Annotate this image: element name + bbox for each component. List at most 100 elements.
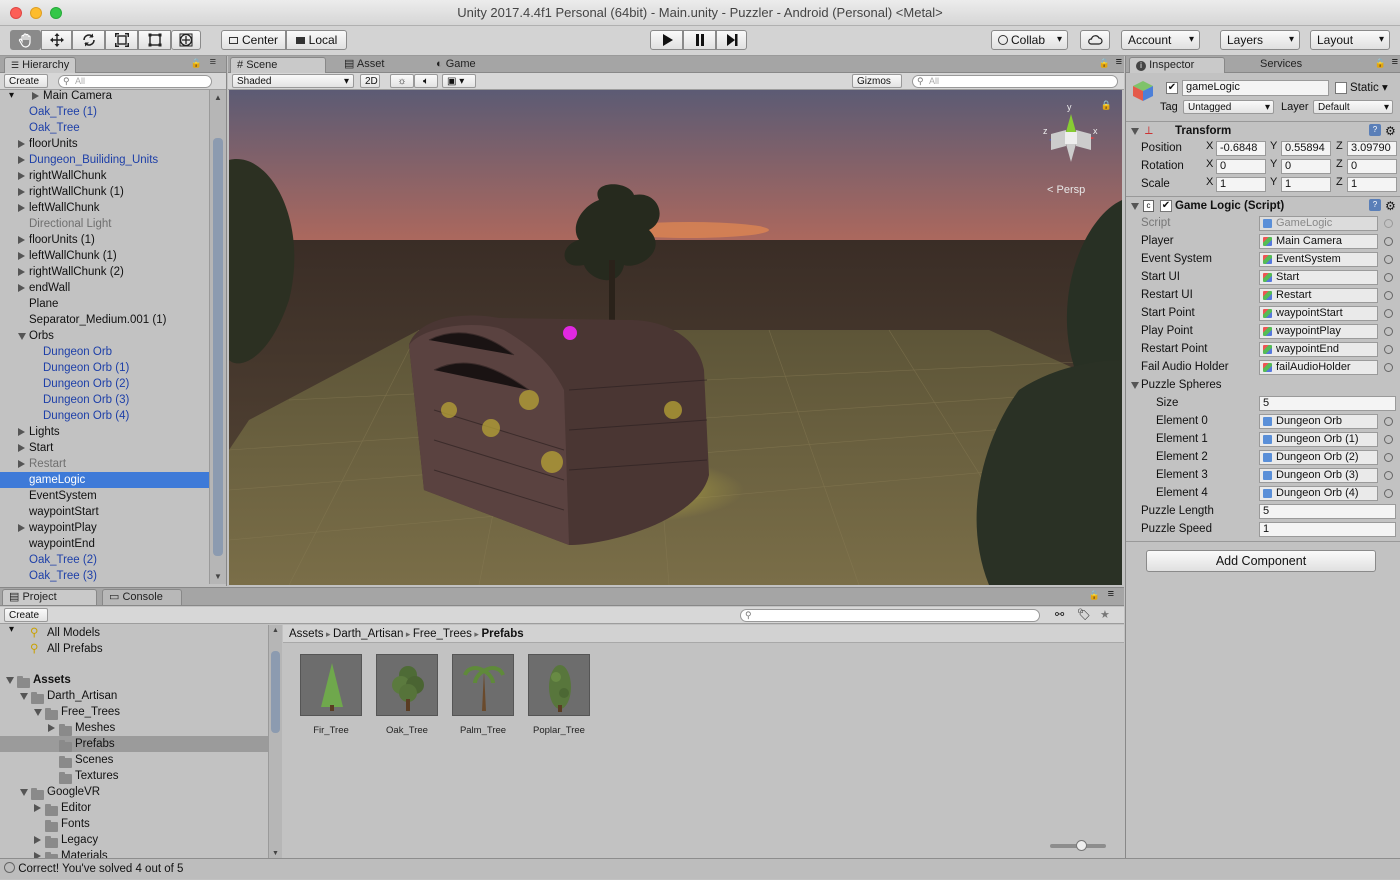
rotation-y-input[interactable]: 0 — [1281, 159, 1331, 174]
tab-project[interactable]: ▤ Project — [2, 589, 97, 605]
breadcrumb-item[interactable]: Prefabs — [481, 628, 523, 640]
object-picker-icon[interactable] — [1384, 453, 1393, 462]
hierarchy-item[interactable]: Restart — [0, 456, 209, 472]
play-button[interactable] — [650, 30, 683, 50]
add-component-button[interactable]: Add Component — [1146, 550, 1376, 572]
script-field-object-field[interactable]: EventSystem — [1259, 252, 1378, 267]
maximize-window-button[interactable] — [50, 7, 62, 19]
tree-scroll-thumb[interactable] — [271, 651, 280, 733]
folder-tree-item[interactable]: Meshes — [0, 720, 268, 736]
position-y-input[interactable]: 0.55894 — [1281, 141, 1331, 156]
tag-dropdown[interactable]: Untagged ▾ — [1183, 100, 1274, 114]
object-name-input[interactable]: gameLogic — [1182, 80, 1329, 96]
hierarchy-item[interactable]: leftWallChunk (1) — [0, 248, 209, 264]
object-picker-icon[interactable] — [1384, 471, 1393, 480]
scroll-down-arrow-icon[interactable]: ▼ — [214, 572, 222, 581]
collapsed-arrow-icon[interactable] — [18, 188, 25, 196]
object-picker-icon[interactable] — [1384, 273, 1393, 282]
project-tree-scrollbar[interactable]: ▲ ▼ — [268, 625, 282, 859]
hierarchy-item[interactable]: Dungeon Orb (1) — [0, 360, 209, 376]
hierarchy-item[interactable]: Dungeon Orb (4) — [0, 408, 209, 424]
puzzle-spheres-foldout-icon[interactable] — [1131, 382, 1139, 389]
folder-tree-item[interactable]: Textures — [0, 768, 268, 784]
hierarchy-item[interactable]: rightWallChunk (1) — [0, 184, 209, 200]
expanded-arrow-icon[interactable] — [6, 677, 14, 684]
object-picker-icon[interactable] — [1384, 345, 1393, 354]
object-picker-icon[interactable] — [1384, 237, 1393, 246]
position-z-input[interactable]: 3.09790 — [1347, 141, 1397, 156]
folder-tree-item[interactable]: Prefabs — [0, 736, 268, 752]
folder-tree-item[interactable]: Editor — [0, 800, 268, 816]
hierarchy-item[interactable]: gameLogic — [0, 472, 209, 488]
object-picker-icon[interactable] — [1384, 489, 1393, 498]
hierarchy-item[interactable]: Dungeon Orb — [0, 344, 209, 360]
viewport-lock-icon[interactable]: 🔒 — [1101, 100, 1112, 111]
script-enabled-checkbox[interactable]: ✔ — [1160, 200, 1172, 212]
script-header[interactable]: c ✔ Game Logic (Script) ? ⚙ — [1127, 197, 1400, 215]
hierarchy-scrollbar[interactable]: ▲ ▼ — [209, 90, 226, 584]
rect-tool-icon[interactable] — [138, 30, 171, 50]
rotation-x-input[interactable]: 0 — [1216, 159, 1266, 174]
transform-tool-icon[interactable] — [171, 30, 201, 50]
filter-by-label-icon[interactable]: 🏷︎ — [1077, 608, 1091, 621]
minimize-window-button[interactable] — [30, 7, 42, 19]
hierarchy-item[interactable]: Oak_Tree — [0, 120, 209, 136]
puzzle-spheres-foldout[interactable]: Puzzle Spheres — [1127, 376, 1400, 394]
expanded-arrow-icon[interactable] — [20, 789, 28, 796]
folder-tree-item[interactable]: Legacy — [0, 832, 268, 848]
breadcrumb-item[interactable]: Assets — [289, 628, 324, 640]
script-field-object-field[interactable]: Start — [1259, 270, 1378, 285]
sphere-element-object-field[interactable]: Dungeon Orb (4) — [1259, 486, 1378, 501]
collapsed-arrow-icon[interactable] — [32, 92, 39, 100]
project-lock-icon[interactable]: 🔒 — [1089, 590, 1100, 601]
hierarchy-item[interactable]: Dungeon_Builiding_Units — [0, 152, 209, 168]
tree-scroll-down-icon[interactable]: ▼ — [272, 850, 279, 857]
cloud-button[interactable] — [1080, 30, 1110, 50]
component-settings-gear-icon[interactable]: ⚙ — [1385, 122, 1396, 140]
transform-foldout-icon[interactable] — [1131, 128, 1139, 135]
static-checkbox[interactable] — [1335, 82, 1347, 94]
hierarchy-item[interactable]: waypointPlay — [0, 520, 209, 536]
tab-hierarchy[interactable]: ☰ Hierarchy — [4, 57, 77, 73]
effects-dropdown[interactable]: ▣ ▾ — [442, 74, 476, 88]
slider-knob[interactable] — [1076, 840, 1087, 851]
hierarchy-item[interactable]: leftWallChunk — [0, 200, 209, 216]
scroll-up-arrow-icon[interactable]: ▲ — [214, 93, 222, 102]
asset-tile[interactable]: Oak_Tree — [376, 654, 438, 736]
hierarchy-item[interactable]: Main Camera — [0, 88, 209, 104]
move-tool-icon[interactable] — [41, 30, 72, 50]
collapsed-arrow-icon[interactable] — [18, 140, 25, 148]
hierarchy-item[interactable]: Dungeon Orb (3) — [0, 392, 209, 408]
account-dropdown[interactable]: Account — [1121, 30, 1200, 50]
object-picker-icon[interactable] — [1384, 309, 1393, 318]
collapsed-arrow-icon[interactable] — [18, 524, 25, 532]
sphere-element-object-field[interactable]: Dungeon Orb (1) — [1259, 432, 1378, 447]
script-field-object-field[interactable]: waypointEnd — [1259, 342, 1378, 357]
inspector-lock-icon[interactable]: 🔒 — [1375, 58, 1386, 69]
scale-y-input[interactable]: 1 — [1281, 177, 1331, 192]
scale-tool-icon[interactable] — [105, 30, 138, 50]
script-field-object-field[interactable]: failAudioHolder — [1259, 360, 1378, 375]
hand-tool-icon[interactable] — [10, 30, 41, 50]
hierarchy-item[interactable]: floorUnits — [0, 136, 209, 152]
sphere-element-object-field[interactable]: Dungeon Orb (2) — [1259, 450, 1378, 465]
pause-button[interactable] — [683, 30, 716, 50]
script-settings-gear-icon[interactable]: ⚙ — [1385, 197, 1396, 215]
scale-z-input[interactable]: 1 — [1347, 177, 1397, 192]
hierarchy-item[interactable]: rightWallChunk (2) — [0, 264, 209, 280]
script-help-icon[interactable]: ? — [1369, 199, 1381, 211]
folder-tree-item[interactable]: Darth_Artisan — [0, 688, 268, 704]
scene-menu-icon[interactable]: ≡ — [1116, 56, 1122, 68]
sphere-element-object-field[interactable]: Dungeon Orb — [1259, 414, 1378, 429]
close-window-button[interactable] — [10, 7, 22, 19]
object-picker-icon[interactable] — [1384, 291, 1393, 300]
lighting-toggle[interactable]: ☼ — [390, 74, 414, 88]
rotate-tool-icon[interactable] — [72, 30, 105, 50]
collapsed-arrow-icon[interactable] — [34, 836, 41, 844]
favorite-item[interactable]: ⚲ All Prefabs — [0, 641, 268, 657]
collapsed-arrow-icon[interactable] — [18, 204, 25, 212]
expanded-arrow-icon[interactable] — [18, 333, 26, 340]
hierarchy-item[interactable]: rightWallChunk — [0, 168, 209, 184]
collapsed-arrow-icon[interactable] — [18, 460, 25, 468]
hierarchy-scroll-thumb[interactable] — [213, 138, 223, 556]
